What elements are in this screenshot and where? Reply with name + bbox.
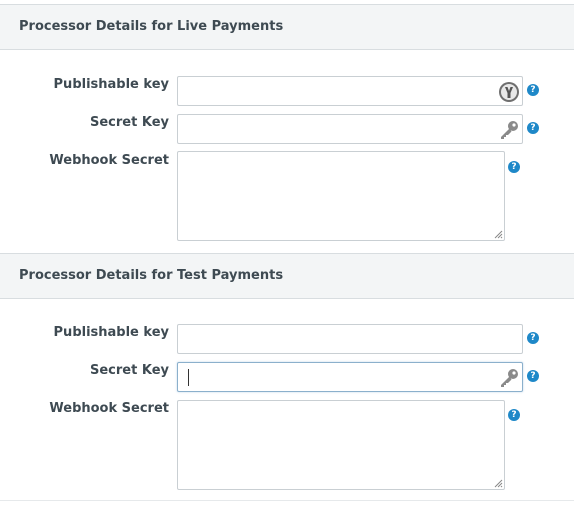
test-section-title: Processor Details for Test Payments bbox=[19, 268, 284, 283]
live-webhook-secret-textarea[interactable] bbox=[177, 151, 505, 241]
test-publishable-key-input[interactable] bbox=[177, 324, 523, 354]
live-secret-key-label: Secret Key bbox=[90, 115, 169, 130]
key-icon[interactable] bbox=[498, 367, 520, 389]
password-manager-icon[interactable] bbox=[498, 81, 520, 103]
live-publishable-key-help-icon[interactable]: ? bbox=[527, 84, 539, 96]
section-divider bbox=[0, 500, 574, 501]
test-secret-key-help-icon[interactable]: ? bbox=[527, 370, 539, 382]
live-publishable-key-label: Publishable key bbox=[53, 77, 169, 92]
test-webhook-secret-help-icon[interactable]: ? bbox=[508, 409, 520, 421]
key-icon[interactable] bbox=[498, 119, 520, 141]
resize-handle-icon[interactable] bbox=[493, 478, 503, 488]
live-webhook-secret-help-icon[interactable]: ? bbox=[508, 161, 520, 173]
live-section-header: Processor Details for Live Payments bbox=[0, 4, 574, 50]
live-webhook-secret-label: Webhook Secret bbox=[49, 153, 169, 168]
test-publishable-key-help-icon[interactable]: ? bbox=[527, 332, 539, 344]
live-secret-key-help-icon[interactable]: ? bbox=[527, 122, 539, 134]
test-secret-key-input[interactable] bbox=[177, 362, 523, 392]
resize-handle-icon[interactable] bbox=[493, 229, 503, 239]
live-section-title: Processor Details for Live Payments bbox=[19, 19, 284, 34]
text-cursor bbox=[188, 369, 189, 386]
test-webhook-secret-label: Webhook Secret bbox=[49, 401, 169, 416]
test-publishable-key-label: Publishable key bbox=[53, 325, 169, 340]
test-secret-key-label: Secret Key bbox=[90, 363, 169, 378]
live-publishable-key-input[interactable] bbox=[177, 76, 523, 106]
test-section-header: Processor Details for Test Payments bbox=[0, 253, 574, 299]
test-webhook-secret-textarea[interactable] bbox=[177, 400, 505, 490]
live-secret-key-input[interactable] bbox=[177, 114, 523, 144]
